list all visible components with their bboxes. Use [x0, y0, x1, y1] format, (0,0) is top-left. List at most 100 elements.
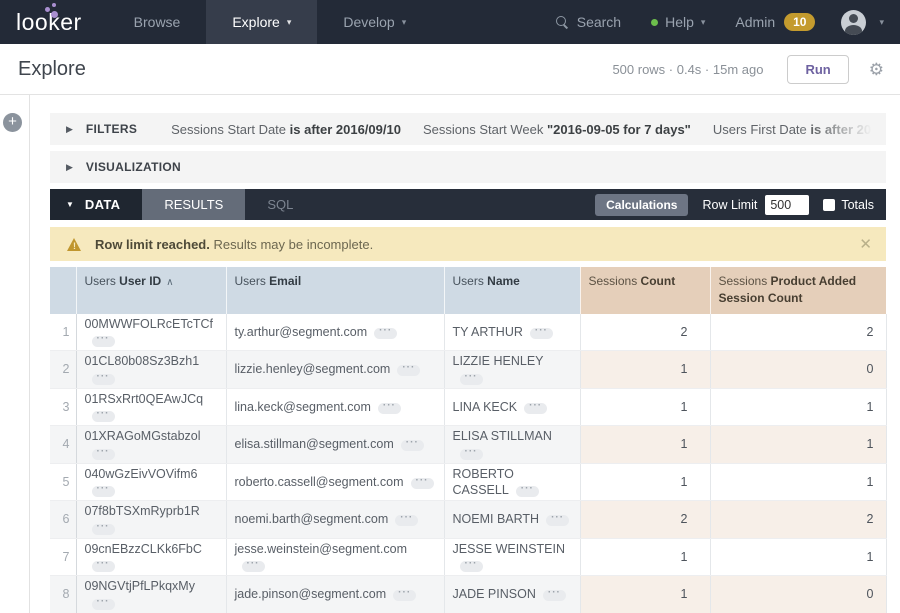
product-added-session-count-cell[interactable]: 0: [710, 576, 886, 613]
cell-menu-icon[interactable]: [92, 524, 115, 535]
cell-menu-icon[interactable]: [397, 365, 420, 376]
column-header-email[interactable]: Users Email: [226, 267, 444, 314]
sessions-count-cell[interactable]: 1: [580, 388, 710, 426]
cell-menu-icon[interactable]: [546, 515, 569, 526]
gear-icon[interactable]: ⚙: [869, 61, 884, 78]
sessions-count-cell[interactable]: 1: [580, 576, 710, 613]
nav-search[interactable]: Search: [556, 14, 621, 30]
sessions-count-cell[interactable]: 1: [580, 426, 710, 464]
nav-item-browse[interactable]: Browse: [108, 0, 207, 44]
user-id-cell[interactable]: 01RSxRrt0QEAwJCq: [76, 388, 226, 426]
totals-checkbox[interactable]: [823, 199, 835, 211]
cell-menu-icon[interactable]: [374, 328, 397, 339]
name-cell[interactable]: LINA KECK: [444, 388, 580, 426]
warning-title: Row limit reached.: [95, 237, 210, 252]
data-section-toggle[interactable]: ▼ DATA: [50, 189, 142, 220]
product-added-session-count-cell[interactable]: 1: [710, 463, 886, 501]
product-added-session-count-cell[interactable]: 1: [710, 426, 886, 464]
email-cell[interactable]: roberto.cassell@segment.com: [226, 463, 444, 501]
sessions-count-cell[interactable]: 1: [580, 538, 710, 576]
user-id-cell[interactable]: 09NGVtjPfLPkqxMy: [76, 576, 226, 613]
sessions-count-cell[interactable]: 2: [580, 314, 710, 351]
cell-menu-icon[interactable]: [401, 440, 424, 451]
name-cell[interactable]: JESSE WEINSTEIN: [444, 538, 580, 576]
nav-item-explore[interactable]: Explore▾: [206, 0, 317, 44]
user-menu[interactable]: ▾: [841, 10, 884, 35]
row-limit-input[interactable]: [765, 195, 809, 215]
cell-menu-icon[interactable]: [92, 411, 115, 422]
cell-menu-icon[interactable]: [92, 449, 115, 460]
name-cell[interactable]: NOEMI BARTH: [444, 501, 580, 539]
cell-menu-icon[interactable]: [92, 374, 115, 385]
cell-menu-icon[interactable]: [530, 328, 553, 339]
column-header-product-added-session-count[interactable]: Sessions Product Added Session Count: [710, 267, 886, 314]
email-cell[interactable]: elisa.stillman@segment.com: [226, 426, 444, 464]
user-id-cell[interactable]: 00MWWFOLRcETcTCf: [76, 314, 226, 351]
cell-menu-icon[interactable]: [92, 561, 115, 572]
cell-menu-icon[interactable]: [460, 449, 483, 460]
visualization-bar[interactable]: ▶ VISUALIZATION: [50, 151, 886, 183]
nav-admin[interactable]: Admin 10: [735, 13, 815, 31]
cell-menu-icon[interactable]: [378, 403, 401, 414]
user-id-cell[interactable]: 040wGzEivVOVifm6: [76, 463, 226, 501]
name-cell[interactable]: JADE PINSON: [444, 576, 580, 613]
filter-item[interactable]: Users First Date is after 2016/09/10: [713, 122, 886, 137]
user-id-cell[interactable]: 07f8bTSXmRyprb1R: [76, 501, 226, 539]
sessions-count-cell[interactable]: 1: [580, 463, 710, 501]
product-added-session-count-cell[interactable]: 0: [710, 351, 886, 389]
email-cell[interactable]: lina.keck@segment.com: [226, 388, 444, 426]
cell-menu-icon[interactable]: [460, 561, 483, 572]
cell-menu-icon[interactable]: [411, 478, 434, 489]
product-added-session-count-cell[interactable]: 2: [710, 501, 886, 539]
sessions-count-cell[interactable]: 2: [580, 501, 710, 539]
email-cell-value: jesse.weinstein@segment.com: [235, 542, 408, 556]
cell-menu-icon[interactable]: [393, 590, 416, 601]
user-id-cell[interactable]: 01CL80b08Sz3Bzh1: [76, 351, 226, 389]
column-header-name[interactable]: Users Name: [444, 267, 580, 314]
user-id-cell-value: 040wGzEivVOVifm6: [85, 467, 198, 481]
product-added-session-count-cell[interactable]: 2: [710, 314, 886, 351]
totals-toggle[interactable]: Totals: [823, 198, 874, 212]
warning-icon: !: [67, 238, 82, 251]
sessions-count-cell[interactable]: 1: [580, 351, 710, 389]
name-cell[interactable]: LIZZIE HENLEY: [444, 351, 580, 389]
close-icon[interactable]: ✕: [859, 235, 872, 253]
cell-menu-icon[interactable]: [524, 403, 547, 414]
cell-menu-icon[interactable]: [242, 561, 265, 572]
nav-item-develop[interactable]: Develop▾: [317, 0, 432, 44]
cell-menu-icon[interactable]: [460, 374, 483, 385]
product-added-session-count-cell[interactable]: 1: [710, 538, 886, 576]
cell-menu-icon[interactable]: [543, 590, 566, 601]
column-header-user-id[interactable]: Users User ID∧: [76, 267, 226, 314]
column-header-count[interactable]: Sessions Count: [580, 267, 710, 314]
cell-menu-icon[interactable]: [516, 486, 539, 497]
product-added-session-count-cell[interactable]: 1: [710, 388, 886, 426]
run-button[interactable]: Run: [787, 55, 848, 84]
email-cell[interactable]: jesse.weinstein@segment.com: [226, 538, 444, 576]
cell-menu-icon[interactable]: [395, 515, 418, 526]
email-cell[interactable]: noemi.barth@segment.com: [226, 501, 444, 539]
user-id-cell[interactable]: 09cnEBzzCLKk6FbC: [76, 538, 226, 576]
user-id-cell-value: 09NGVtjPfLPkqxMy: [85, 579, 195, 593]
filter-item[interactable]: Sessions Start Date is after 2016/09/10: [171, 122, 401, 137]
chevron-down-icon: ▾: [879, 17, 884, 28]
user-id-cell[interactable]: 01XRAGoMGstabzol: [76, 426, 226, 464]
name-cell[interactable]: TY ARTHUR: [444, 314, 580, 351]
email-cell[interactable]: jade.pinson@segment.com: [226, 576, 444, 613]
tab-sql[interactable]: SQL: [245, 189, 315, 220]
email-cell[interactable]: lizzie.henley@segment.com: [226, 351, 444, 389]
nav-help[interactable]: Help ▾: [651, 14, 705, 30]
nav-item-label: Develop: [343, 14, 394, 30]
tab-results[interactable]: RESULTS: [142, 189, 245, 220]
cell-menu-icon[interactable]: [92, 486, 115, 497]
add-field-button[interactable]: +: [3, 113, 22, 132]
cell-menu-icon[interactable]: [92, 336, 115, 347]
name-cell[interactable]: ROBERTO CASSELL: [444, 463, 580, 501]
calculations-button[interactable]: Calculations: [595, 194, 688, 216]
looker-logo[interactable]: looker: [0, 0, 108, 44]
name-cell[interactable]: ELISA STILLMAN: [444, 426, 580, 464]
cell-menu-icon[interactable]: [92, 599, 115, 610]
filters-bar[interactable]: ▶ FILTERS Sessions Start Date is after 2…: [50, 113, 886, 145]
filter-item[interactable]: Sessions Start Week "2016-09-05 for 7 da…: [423, 122, 691, 137]
email-cell[interactable]: ty.arthur@segment.com: [226, 314, 444, 351]
